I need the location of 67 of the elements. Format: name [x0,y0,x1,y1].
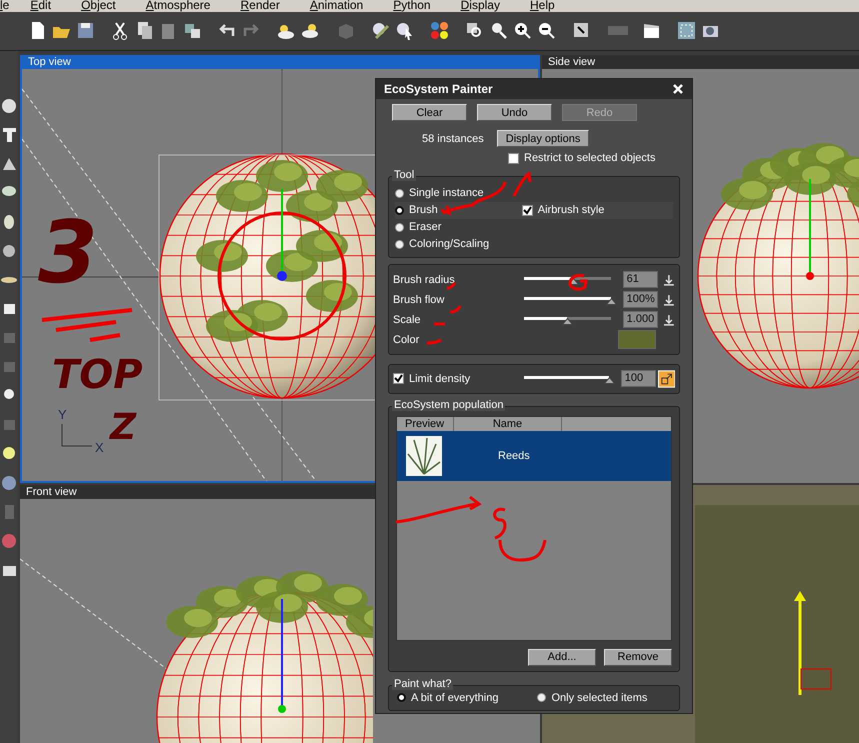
expand-icon[interactable] [658,370,675,388]
menu-item[interactable]: Display [460,0,500,12]
axis-indicator [62,424,92,446]
download-arrow-icon[interactable] [663,294,675,306]
toolbar-button[interactable]: Undo [477,104,552,121]
menu-item[interactable]: Help [530,0,555,12]
list-button[interactable]: Add... [528,648,596,666]
axis-label: Y [58,407,67,422]
axis-label: X [95,440,104,455]
slider-thumb[interactable] [604,376,615,384]
download-arrow-icon[interactable] [663,314,675,326]
tool-icon[interactable] [0,125,18,145]
group-title: EcoSystem population [392,398,506,410]
scribble-marks [493,508,546,562]
menu-item[interactable]: le [0,0,10,12]
menu-item[interactable]: Render [240,0,280,12]
parameter-label: Scale [393,314,422,326]
instance-count: 58 instances [422,132,484,144]
radio-option[interactable]: A bit of everything [397,692,498,704]
tool-icon[interactable] [0,473,18,493]
checkmark-icon [522,206,532,214]
menu-item[interactable]: Object [81,0,116,12]
arrow-scribble [512,172,532,198]
parameter-label: Color [393,334,420,346]
toolbar-button[interactable]: Clear [392,104,467,121]
radio-option[interactable]: Coloring/Scaling [395,238,490,250]
download-arrow-icon[interactable] [663,274,675,286]
pen-icon[interactable] [370,20,392,42]
plant-thumbnail [406,436,442,476]
handwritten-note: 3 [38,210,98,296]
scribble-marks [426,282,462,344]
arrow-scribble [440,180,506,214]
color-swatch[interactable] [618,330,656,349]
menu-item[interactable]: Python [393,0,431,12]
value-field[interactable]: 100% [622,291,658,308]
handwritten-note: TOP [52,355,143,395]
tool-icon[interactable] [0,96,18,116]
menu-item[interactable]: Animation [310,0,364,12]
radio-option[interactable]: Brush [395,204,438,216]
parameter-label: Brush flow [393,294,446,306]
slider-thumb[interactable] [606,298,617,304]
value-field[interactable]: 100 [620,370,656,387]
slider-thumb[interactable] [562,318,574,324]
group-title: Paint what? [392,678,454,690]
group-title: Tool [392,168,416,180]
menu-item[interactable]: Edit [30,0,52,12]
limit-density-checkbox[interactable]: Limit density [393,372,518,384]
close-icon[interactable] [672,83,684,95]
radio-option[interactable]: Eraser [395,221,442,233]
list-row[interactable]: Reeds [397,430,671,480]
radio-option[interactable]: Single instance [395,187,484,199]
frame-icon[interactable] [676,20,698,42]
parameter-label: Brush radius [393,274,456,286]
value-field[interactable]: 61 [622,271,658,288]
handwritten-note: Z [110,410,136,446]
population-list[interactable]: Preview Name Reeds [396,416,672,640]
circle-scribble [568,274,588,291]
list-button[interactable]: Remove [604,648,672,666]
checkmark-icon [394,374,403,383]
radio-option[interactable]: Only selected items [537,692,648,704]
menu-item[interactable]: Atmosphere [146,0,210,12]
display-options-button[interactable]: Display options [496,130,590,147]
viewport-title: Side view [542,55,859,69]
color-dots-icon[interactable] [429,20,451,42]
viewport-title: Top view [22,55,538,69]
dialog-title: EcoSystem Painter [384,82,493,96]
value-field[interactable]: 1.000 [622,311,658,328]
